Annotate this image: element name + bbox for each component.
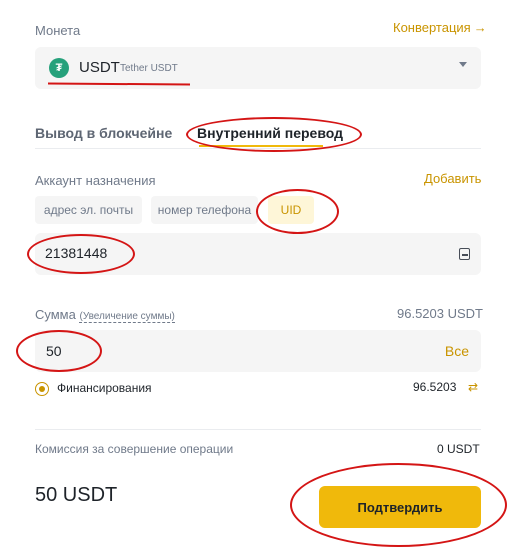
- annotation-circle-confirm: [290, 463, 507, 547]
- amount-label: Сумма: [35, 307, 76, 322]
- annotation-circle-uid-value: [27, 234, 135, 274]
- coin-name: Tether USDT: [120, 63, 178, 74]
- fee-divider: [35, 429, 481, 430]
- annotation-circle-amount: [16, 330, 102, 372]
- funding-radio[interactable]: [35, 382, 49, 396]
- destination-label: Аккаунт назначения: [35, 173, 156, 188]
- tether-icon: ₮: [49, 58, 69, 78]
- address-book-icon[interactable]: [459, 248, 470, 260]
- annotation-circle-uid-option: [256, 189, 339, 234]
- available-balance: 96.5203 USDT: [397, 306, 483, 321]
- tab-onchain-withdrawal[interactable]: Вывод в блокчейне: [35, 125, 172, 141]
- funding-amount: 96.5203: [413, 380, 457, 394]
- swap-icon[interactable]: ⇄: [468, 380, 478, 394]
- increase-amount-link[interactable]: (Увеличение суммы): [79, 311, 175, 323]
- chevron-down-icon: [459, 62, 467, 67]
- convert-link[interactable]: Конвертация →: [393, 20, 487, 35]
- destination-type-phone[interactable]: номер телефона: [151, 196, 258, 224]
- max-button[interactable]: Все: [445, 343, 469, 359]
- fee-label: Комиссия за совершение операции: [35, 442, 234, 456]
- total-amount: 50 USDT: [35, 484, 118, 506]
- add-destination-link[interactable]: Добавить: [424, 171, 481, 186]
- coin-symbol: USDT: [79, 59, 120, 76]
- amount-label-row: Сумма (Увеличение суммы): [35, 307, 175, 323]
- annotation-circle-tab: [186, 117, 362, 152]
- funding-label: Финансирования: [57, 381, 152, 395]
- fee-value: 0 USDT: [437, 442, 480, 456]
- coin-label: Монета: [35, 23, 81, 38]
- destination-type-email[interactable]: адрес эл. почты: [35, 196, 142, 224]
- convert-link-label: Конвертация: [393, 20, 471, 35]
- arrow-right-icon: →: [473, 20, 487, 35]
